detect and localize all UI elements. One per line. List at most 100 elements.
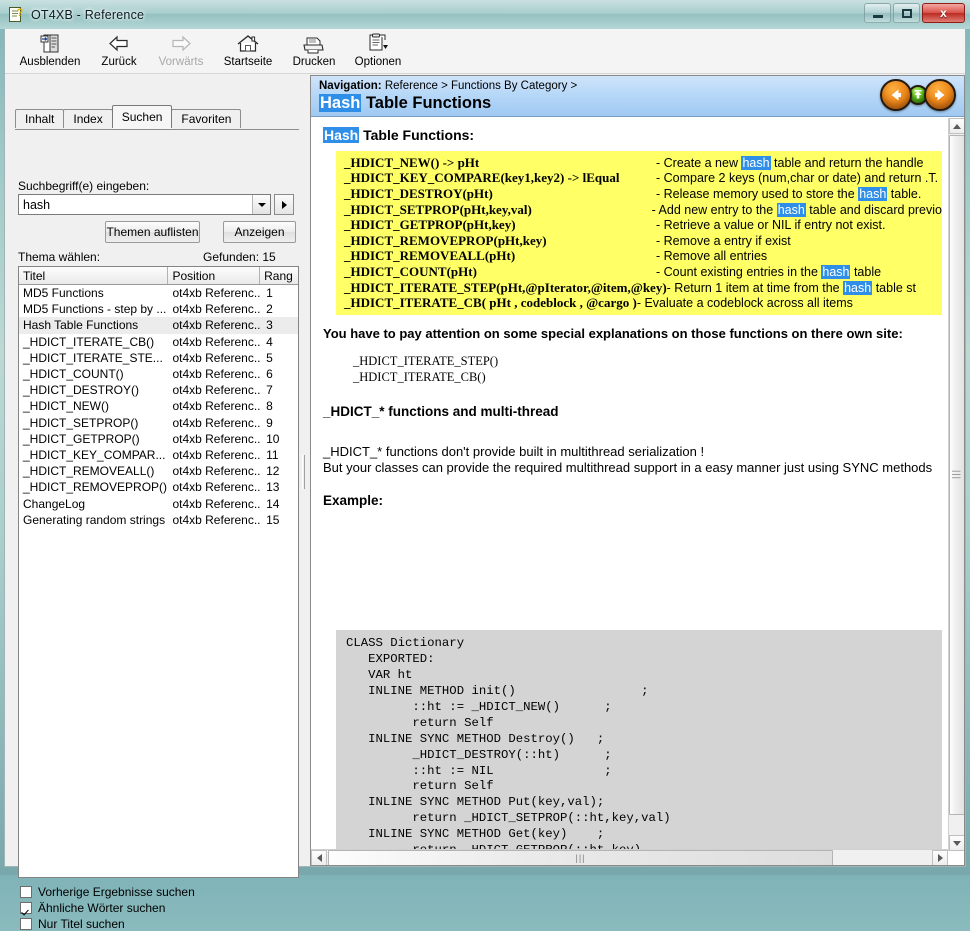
document-horizontal-scrollbar[interactable]: ||| — [311, 849, 948, 865]
scroll-down-button[interactable] — [949, 835, 964, 851]
checkbox-box[interactable] — [20, 902, 32, 914]
toolbar-button-ausblenden[interactable]: Ausblenden — [11, 31, 89, 73]
minimize-icon — [872, 14, 883, 18]
show-button[interactable]: Anzeigen — [223, 221, 296, 243]
table-row[interactable]: MD5 Functions ot4xb Referenc... 1 — [19, 285, 298, 301]
attention-item-0[interactable]: _HDICT_ITERATE_STEP() — [353, 354, 498, 369]
breadcrumb: Navigation: Reference > Functions By Cat… — [319, 80, 577, 92]
scroll-right-button[interactable] — [932, 850, 948, 865]
search-combobox[interactable] — [18, 194, 271, 215]
tab-label: Favoriten — [181, 112, 232, 126]
table-row[interactable]: Hash Table Functions ot4xb Referenc... 3 — [19, 317, 298, 334]
table-row[interactable]: _HDICT_KEY_COMPAR... ot4xb Referenc... 11 — [19, 447, 298, 463]
row-title: _HDICT_COUNT() — [23, 367, 124, 382]
triangle-up-icon — [953, 123, 961, 129]
tab-label: Index — [73, 112, 103, 126]
table-row[interactable]: _HDICT_REMOVEPROP() ot4xb Referenc... 13 — [19, 479, 298, 495]
page-title: Hash Table Functions — [319, 94, 491, 113]
row-title: _HDICT_NEW() — [23, 399, 109, 414]
row-position: ot4xb Referenc... — [172, 431, 261, 446]
table-row[interactable]: _HDICT_DESTROY() ot4xb Referenc... 7 — [19, 382, 298, 398]
forward-circle-button[interactable] — [924, 79, 956, 111]
row-rank: 5 — [266, 350, 273, 365]
close-button[interactable]: x — [922, 3, 965, 23]
horizontal-scroll-thumb[interactable]: ||| — [328, 850, 833, 865]
table-row[interactable]: _HDICT_NEW() ot4xb Referenc... 8 — [19, 398, 298, 414]
right-arrow-icon — [935, 89, 945, 101]
function-description: - Add new entry to the hash table and di… — [651, 202, 942, 217]
tab-favoriten[interactable]: Favoriten — [171, 109, 242, 128]
back-circle-button[interactable] — [880, 79, 912, 111]
search-input[interactable] — [19, 196, 245, 213]
scroll-up-button[interactable] — [949, 118, 964, 134]
function-description: - Count existing entries in the hash tab… — [656, 264, 882, 279]
table-row[interactable]: _HDICT_COUNT() ot4xb Referenc... 6 — [19, 366, 298, 382]
function-row: _HDICT_REMOVEALL(pHt) - Remove all entrie… — [336, 249, 942, 265]
code-line: INLINE METHOD init() ; — [346, 683, 649, 698]
function-description: - Return 1 item at time from the hash ta… — [666, 280, 916, 295]
document-vertical-scrollbar[interactable]: ||| — [948, 118, 964, 851]
pane-splitter[interactable] — [300, 75, 308, 866]
function-signature: _HDICT_KEY_COMPARE(key1,key2) -> lEqual — [344, 170, 620, 186]
tab-index[interactable]: Index — [63, 109, 113, 128]
toolbar-label: Zurück — [101, 56, 137, 68]
attention-text: You have to pay attention on some specia… — [323, 326, 903, 341]
table-row[interactable]: MD5 Functions - step by ... ot4xb Referen… — [19, 301, 298, 317]
code-line: EXPORTED: — [346, 651, 435, 666]
toolbar-button-optionen[interactable]: Optionen — [345, 31, 411, 73]
checkbox-aehnliche-woerter[interactable]: Ähnliche Wörter suchen — [20, 901, 165, 915]
table-row[interactable]: ChangeLog ot4xb Referenc... 14 — [19, 495, 298, 511]
maximize-button[interactable] — [893, 3, 920, 23]
toolbar-button-zurueck[interactable]: Zurück — [89, 31, 149, 73]
vertical-scroll-thumb[interactable]: ||| — [949, 135, 964, 815]
maximize-icon — [901, 8, 912, 18]
attention-item-1[interactable]: _HDICT_ITERATE_CB() — [353, 370, 486, 385]
toolbar-button-startseite[interactable]: Startseite — [213, 31, 283, 73]
column-header-position[interactable]: Position — [168, 267, 261, 284]
results-header: Titel Position Rang — [19, 267, 298, 285]
tab-suchen[interactable]: Suchen — [111, 105, 173, 128]
checkbox-vorherige-ergebnisse[interactable]: Vorherige Ergebnisse suchen — [20, 885, 195, 899]
title-bar: ? OT4XB - Reference x — [0, 0, 970, 29]
checkbox-label: Vorherige Ergebnisse suchen — [38, 885, 195, 899]
table-row[interactable]: Generating random strings ot4xb Referenc.… — [19, 512, 298, 528]
row-rank: 14 — [266, 496, 280, 511]
checkbox-box[interactable] — [20, 918, 32, 930]
column-header-rang[interactable]: Rang — [260, 267, 298, 284]
search-label: Suchbegriff(e) eingeben: — [18, 179, 150, 193]
sidebar-tabs: Inhalt Index Suchen Favoriten — [15, 105, 242, 128]
results-list[interactable]: Titel Position Rang MD5 Functions ot4xb R… — [18, 266, 299, 878]
splitter-grip[interactable] — [302, 455, 305, 489]
function-description: - Release memory used to store the hash … — [656, 186, 922, 201]
table-row[interactable]: _HDICT_GETPROP() ot4xb Referenc... 10 — [19, 431, 298, 447]
breadcrumb-path[interactable]: Reference > Functions By Category > — [385, 80, 577, 92]
minimize-button[interactable] — [864, 3, 891, 23]
tab-inhalt[interactable]: Inhalt — [15, 109, 65, 128]
row-rank: 8 — [266, 399, 273, 414]
search-go-button[interactable] — [274, 194, 294, 215]
chevron-down-icon[interactable] — [252, 195, 270, 214]
function-row: _HDICT_SETPROP(pHt,key,val) - Add new ent… — [336, 202, 942, 218]
help-document-icon: ? — [8, 6, 25, 23]
toolbar-button-drucken[interactable]: Drucken — [283, 31, 345, 73]
column-header-titel[interactable]: Titel — [19, 267, 169, 284]
checkbox-box[interactable] — [20, 886, 32, 898]
function-signature: _HDICT_ITERATE_STEP(pHt,@pIterator,@item… — [344, 279, 667, 295]
toolbar: Ausblenden Zurück Vorwärts Startseite Dr… — [5, 29, 965, 74]
printer-icon — [301, 33, 327, 55]
scroll-left-button[interactable] — [311, 850, 327, 865]
row-position: ot4xb Referenc... — [172, 286, 261, 301]
window-title: OT4XB - Reference — [31, 7, 145, 22]
code-line: return _HDICT_SETPROP(::ht,key,val) — [346, 811, 671, 826]
table-row[interactable]: _HDICT_ITERATE_STE... ot4xb Referenc... 5 — [19, 350, 298, 366]
code-line: INLINE SYNC METHOD Destroy() ; — [346, 731, 605, 746]
list-topics-button[interactable]: Themen auflisten — [105, 221, 200, 243]
table-row[interactable]: _HDICT_ITERATE_CB() ot4xb Referenc... 4 — [19, 334, 298, 350]
left-arrow-icon — [891, 89, 901, 101]
code-line: ::ht := NIL ; — [346, 763, 612, 778]
checkbox-nur-titel[interactable]: Nur Titel suchen — [20, 917, 125, 931]
code-line: return Self — [346, 715, 494, 730]
row-rank: 9 — [266, 415, 273, 430]
table-row[interactable]: _HDICT_REMOVEALL() ot4xb Referenc... 12 — [19, 463, 298, 479]
table-row[interactable]: _HDICT_SETPROP() ot4xb Referenc... 9 — [19, 415, 298, 431]
